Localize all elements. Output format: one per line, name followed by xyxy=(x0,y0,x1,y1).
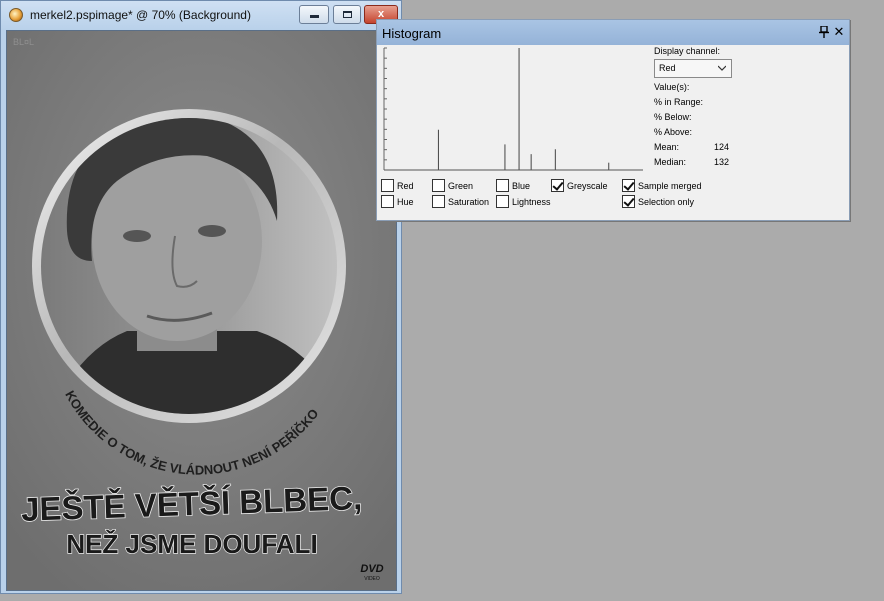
paintshop-app-icon[interactable] xyxy=(9,8,23,22)
checkbox-selection-only-label: Selection only xyxy=(638,196,695,207)
checkbox-green[interactable]: Green xyxy=(432,179,473,192)
checkbox-saturation-box[interactable] xyxy=(432,195,445,208)
chevron-down-icon xyxy=(718,65,726,71)
checkbox-selection-only-box[interactable] xyxy=(622,195,635,208)
checkbox-red-label: Red xyxy=(397,180,414,191)
checkbox-greyscale[interactable]: Greyscale xyxy=(551,179,608,192)
above-label: % Above: xyxy=(654,127,693,137)
median-label: Median: xyxy=(654,157,687,167)
checkbox-red-box[interactable] xyxy=(381,179,394,192)
median-value: 132 xyxy=(714,157,730,167)
histogram-panel[interactable]: Histogram ✕ Red Green Blue Greyscale Sam… xyxy=(376,19,850,221)
poster-corner-mark: BL¤L xyxy=(13,37,34,47)
checkbox-blue[interactable]: Blue xyxy=(496,179,530,192)
checkbox-hue[interactable]: Hue xyxy=(381,195,414,208)
histogram-titlebar[interactable]: Histogram ✕ xyxy=(377,20,849,45)
checkbox-saturation-label: Saturation xyxy=(448,196,490,207)
histogram-title: Histogram xyxy=(382,26,442,41)
checkbox-blue-label: Blue xyxy=(512,180,531,191)
values-label: Value(s): xyxy=(654,82,690,92)
checkbox-blue-box[interactable] xyxy=(496,179,509,192)
checkbox-lightness-box[interactable] xyxy=(496,195,509,208)
checkbox-hue-label: Hue xyxy=(397,196,414,207)
checkbox-selection-only[interactable]: Selection only xyxy=(622,195,694,208)
display-channel-select[interactable]: Red xyxy=(654,59,732,78)
dvd-logo-sub: VIDEO xyxy=(364,576,380,582)
in-range-label: % in Range: xyxy=(654,97,704,107)
mean-value: 124 xyxy=(714,142,730,152)
maximize-icon xyxy=(342,11,352,18)
checkbox-saturation[interactable]: Saturation xyxy=(432,195,489,208)
below-label: % Below: xyxy=(654,112,692,122)
checkbox-lightness[interactable]: Lightness xyxy=(496,195,551,208)
dvd-logo: DVD xyxy=(360,563,383,575)
document-title: merkel2.pspimage* @ 70% (Background) xyxy=(30,8,251,22)
display-channel-label: Display channel: xyxy=(654,46,721,56)
pin-icon[interactable] xyxy=(819,26,829,38)
checkbox-sample-merged-box[interactable] xyxy=(622,179,635,192)
poster-image: BL¤L KOMEDIE O TOM, ŽE VLÁDNOUT NENÍ PEŘ… xyxy=(7,31,396,590)
checkbox-green-label: Green xyxy=(448,180,474,191)
checkbox-greyscale-label: Greyscale xyxy=(567,180,608,191)
checkbox-lightness-label: Lightness xyxy=(512,196,551,207)
checkbox-hue-box[interactable] xyxy=(381,195,394,208)
checkbox-sample-merged-label: Sample merged xyxy=(638,180,702,191)
close-icon[interactable]: ✕ xyxy=(833,25,845,38)
maximize-button[interactable] xyxy=(333,5,361,24)
poster-title-line-2: NEŽ JSME DOUFALI xyxy=(66,529,317,559)
checkbox-greyscale-box[interactable] xyxy=(551,179,564,192)
checkbox-sample-merged[interactable]: Sample merged xyxy=(622,179,702,192)
checkbox-green-box[interactable] xyxy=(432,179,445,192)
mean-label: Mean: xyxy=(654,142,680,152)
minimize-icon xyxy=(309,15,319,18)
display-channel-value: Red xyxy=(659,63,676,73)
histogram-graph xyxy=(383,47,643,171)
minimize-button[interactable] xyxy=(299,5,329,24)
image-canvas[interactable]: BL¤L KOMEDIE O TOM, ŽE VLÁDNOUT NENÍ PEŘ… xyxy=(6,30,397,591)
checkbox-red[interactable]: Red xyxy=(381,179,414,192)
document-window[interactable]: merkel2.pspimage* @ 70% (Background) x B… xyxy=(0,0,402,594)
document-titlebar[interactable]: merkel2.pspimage* @ 70% (Background) x xyxy=(1,1,401,30)
